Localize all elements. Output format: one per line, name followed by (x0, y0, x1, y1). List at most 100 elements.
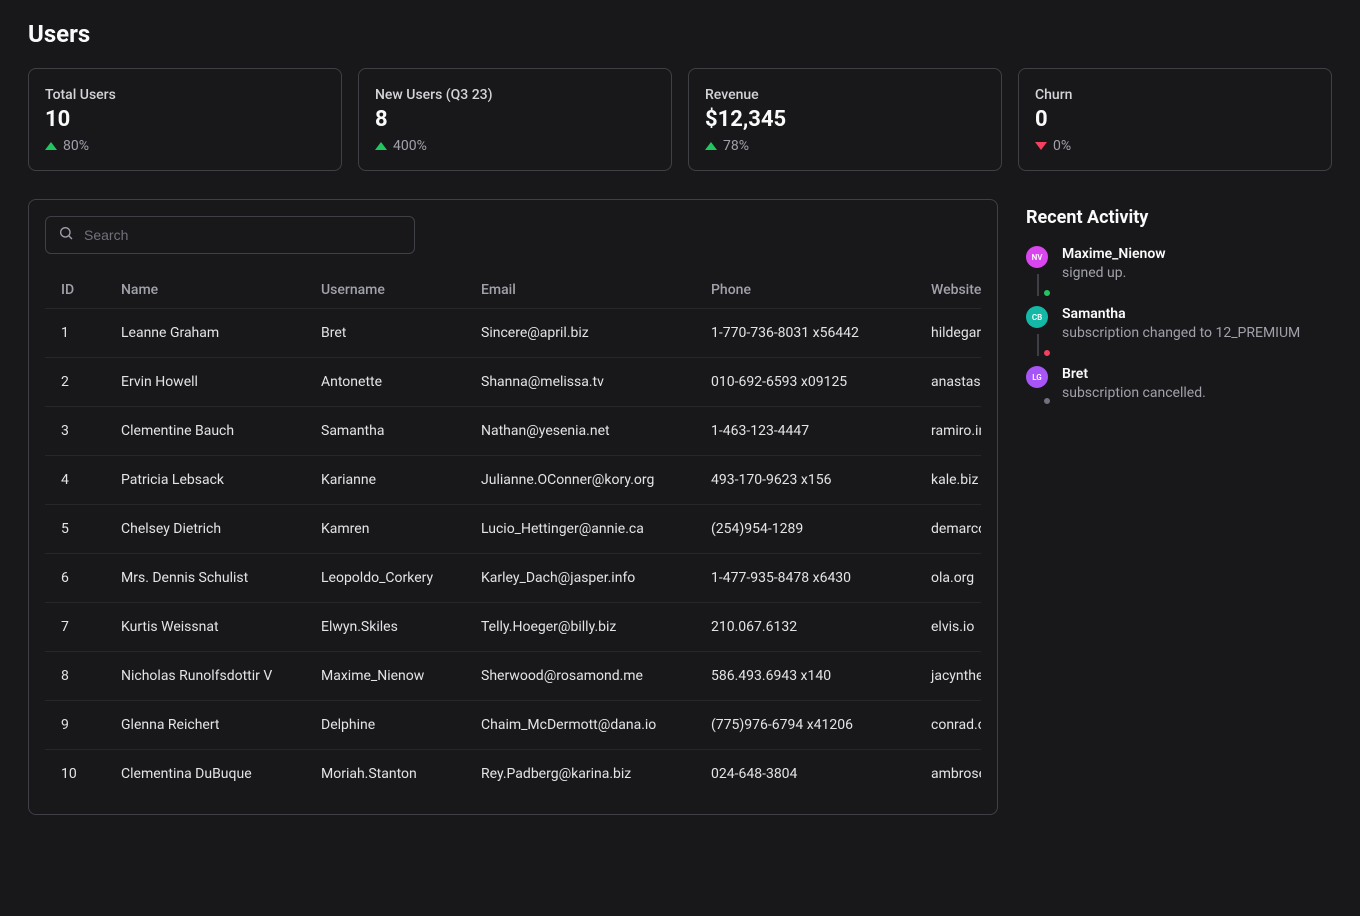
cell-id: 8 (45, 652, 105, 701)
trend-up-icon (45, 142, 57, 150)
cell-name: Patricia Lebsack (105, 456, 305, 505)
table-row[interactable]: 5Chelsey DietrichKamrenLucio_Hettinger@a… (45, 505, 981, 554)
cell-name: Leanne Graham (105, 309, 305, 358)
cell-name: Kurtis Weissnat (105, 603, 305, 652)
stat-card: Churn 0 0% (1018, 68, 1332, 171)
avatar-wrap: CB (1026, 306, 1050, 356)
activity-item: LG Bret subscription cancelled. (1026, 366, 1326, 404)
recent-activity-title: Recent Activity (1026, 207, 1326, 228)
stat-delta: 80% (45, 138, 325, 154)
cell-name: Clementine Bauch (105, 407, 305, 456)
timeline-line (1037, 274, 1039, 296)
activity-user: Samantha (1062, 306, 1326, 322)
cell-id: 4 (45, 456, 105, 505)
activity-desc: subscription cancelled. (1062, 384, 1326, 404)
cell-website: elvis.io (915, 603, 981, 652)
stat-value: 10 (45, 107, 325, 132)
stat-card: Revenue $12,345 78% (688, 68, 1002, 171)
stat-value: 8 (375, 107, 655, 132)
table-row[interactable]: 1Leanne GrahamBretSincere@april.biz1-770… (45, 309, 981, 358)
avatar: CB (1026, 306, 1048, 328)
cell-website: ola.org (915, 554, 981, 603)
cell-email: Chaim_McDermott@dana.io (465, 701, 695, 750)
cell-email: Sincere@april.biz (465, 309, 695, 358)
cell-username: Antonette (305, 358, 465, 407)
cell-phone: 493-170-9623 x156 (695, 456, 915, 505)
cell-username: Bret (305, 309, 465, 358)
cell-website: kale.biz (915, 456, 981, 505)
table-row[interactable]: 2Ervin HowellAntonetteShanna@melissa.tv0… (45, 358, 981, 407)
cell-phone: (254)954-1289 (695, 505, 915, 554)
table-row[interactable]: 9Glenna ReichertDelphineChaim_McDermott@… (45, 701, 981, 750)
column-header[interactable]: Website (915, 268, 981, 309)
table-row[interactable]: 7Kurtis WeissnatElwyn.SkilesTelly.Hoeger… (45, 603, 981, 652)
cell-email: Rey.Padberg@karina.biz (465, 750, 695, 799)
stat-value: 0 (1035, 107, 1315, 132)
users-table-card: IDNameUsernameEmailPhoneWebsite 1Leanne … (28, 199, 998, 815)
stat-delta-value: 400% (393, 138, 427, 154)
cell-username: Karianne (305, 456, 465, 505)
activity-user: Bret (1062, 366, 1326, 382)
cell-website: ambrose.net (915, 750, 981, 799)
cell-name: Nicholas Runolfsdottir V (105, 652, 305, 701)
cell-id: 7 (45, 603, 105, 652)
cell-email: Karley_Dach@jasper.info (465, 554, 695, 603)
cell-email: Telly.Hoeger@billy.biz (465, 603, 695, 652)
cell-name: Glenna Reichert (105, 701, 305, 750)
stat-label: Churn (1035, 87, 1315, 103)
stat-label: Total Users (45, 87, 325, 103)
table-row[interactable]: 4Patricia LebsackKarianneJulianne.OConne… (45, 456, 981, 505)
cell-id: 9 (45, 701, 105, 750)
cell-id: 1 (45, 309, 105, 358)
cell-id: 6 (45, 554, 105, 603)
stat-delta: 400% (375, 138, 655, 154)
status-dot-icon (1043, 289, 1051, 297)
column-header[interactable]: Username (305, 268, 465, 309)
trend-down-icon (1035, 142, 1047, 150)
cell-username: Kamren (305, 505, 465, 554)
stat-label: Revenue (705, 87, 985, 103)
stat-card: New Users (Q3 23) 8 400% (358, 68, 672, 171)
cell-phone: 024-648-3804 (695, 750, 915, 799)
column-header[interactable]: Name (105, 268, 305, 309)
status-dot-icon (1043, 397, 1051, 405)
cell-id: 5 (45, 505, 105, 554)
cell-website: conrad.com (915, 701, 981, 750)
cell-id: 10 (45, 750, 105, 799)
column-header[interactable]: Email (465, 268, 695, 309)
activity-desc: signed up. (1062, 264, 1326, 284)
cell-id: 2 (45, 358, 105, 407)
search-field[interactable] (45, 216, 415, 254)
avatar-wrap: LG (1026, 366, 1050, 404)
page-title: Users (28, 20, 1332, 48)
stat-value: $12,345 (705, 107, 985, 132)
table-row[interactable]: 8Nicholas Runolfsdottir VMaxime_NienowSh… (45, 652, 981, 701)
cell-phone: 1-477-935-8478 x6430 (695, 554, 915, 603)
cell-website: demarco.info (915, 505, 981, 554)
activity-item: CB Samantha subscription changed to 12_P… (1026, 306, 1326, 356)
activity-item: NV Maxime_Nienow signed up. (1026, 246, 1326, 296)
column-header[interactable]: Phone (695, 268, 915, 309)
search-icon (58, 225, 74, 245)
cell-website: hildegard.org (915, 309, 981, 358)
avatar: LG (1026, 366, 1048, 388)
trend-up-icon (705, 142, 717, 150)
cell-name: Chelsey Dietrich (105, 505, 305, 554)
search-input[interactable] (84, 227, 402, 243)
cell-website: anastasia.net (915, 358, 981, 407)
table-row[interactable]: 6Mrs. Dennis SchulistLeopoldo_CorkeryKar… (45, 554, 981, 603)
cell-name: Mrs. Dennis Schulist (105, 554, 305, 603)
table-row[interactable]: 3Clementine BauchSamanthaNathan@yesenia.… (45, 407, 981, 456)
recent-activity-panel: Recent Activity NV Maxime_Nienow signed … (1026, 199, 1326, 414)
cell-username: Maxime_Nienow (305, 652, 465, 701)
cell-phone: 210.067.6132 (695, 603, 915, 652)
cell-website: ramiro.info (915, 407, 981, 456)
cell-username: Samantha (305, 407, 465, 456)
activity-user: Maxime_Nienow (1062, 246, 1326, 262)
stats-row: Total Users 10 80% New Users (Q3 23) 8 4… (28, 68, 1332, 171)
cell-email: Lucio_Hettinger@annie.ca (465, 505, 695, 554)
stat-card: Total Users 10 80% (28, 68, 342, 171)
table-row[interactable]: 10Clementina DuBuqueMoriah.StantonRey.Pa… (45, 750, 981, 799)
column-header[interactable]: ID (45, 268, 105, 309)
cell-website: jacynthe.com (915, 652, 981, 701)
